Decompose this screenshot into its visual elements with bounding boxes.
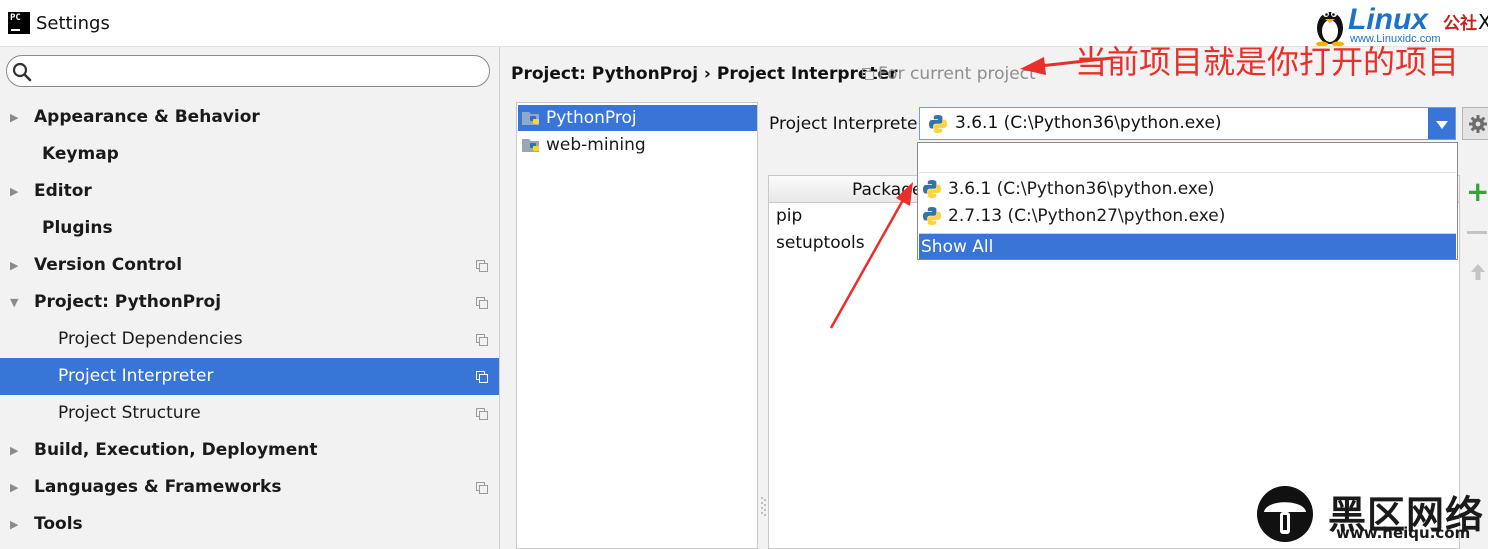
- interpreter-selected-value: 3.6.1 (C:\Python36\python.exe): [955, 113, 1222, 133]
- watermark-linux-brand: Linux: [1348, 3, 1428, 36]
- python-folder-icon: [522, 112, 539, 125]
- option-label: Show All: [921, 237, 994, 257]
- sidebar-item-label: Version Control: [34, 255, 183, 275]
- expand-arrow-icon[interactable]: ▶: [10, 432, 18, 469]
- project-name: PythonProj: [546, 108, 637, 128]
- dropdown-separator: [919, 172, 1456, 173]
- watermark-heiqu-url: www.heiqu.com: [1336, 524, 1471, 542]
- chevron-down-icon[interactable]: [1428, 108, 1455, 139]
- sidebar-item-project[interactable]: ▼ Project: PythonProj: [0, 284, 499, 321]
- python-icon: [923, 180, 941, 198]
- sidebar-item-build-execution-deployment[interactable]: ▶ Build, Execution, Deployment: [0, 432, 499, 469]
- show-all-interpreters-option[interactable]: Show All: [919, 233, 1456, 259]
- expand-arrow-icon[interactable]: ▶: [10, 469, 18, 506]
- heiqu-mushroom-logo: [1257, 486, 1313, 542]
- project-name: web-mining: [546, 135, 646, 155]
- gear-icon: [1469, 115, 1487, 133]
- sidebar-item-label: Appearance & Behavior: [34, 107, 260, 127]
- interpreter-label: Project Interpreter:: [769, 114, 930, 134]
- sidebar-item-label: Editor: [34, 181, 92, 201]
- project-scope-icon: [476, 334, 488, 346]
- project-item-web-mining[interactable]: web-mining: [518, 132, 757, 158]
- collapse-arrow-icon[interactable]: ▼: [10, 284, 18, 321]
- sidebar-item-label: Build, Execution, Deployment: [34, 440, 318, 460]
- project-scope-icon: [476, 408, 488, 420]
- project-scope-icon: [862, 68, 874, 80]
- option-label: 3.6.1 (C:\Python36\python.exe): [948, 179, 1215, 199]
- add-package-button[interactable]: +: [1466, 178, 1488, 206]
- annotation-text: 当前项目就是你打开的项目: [1075, 43, 1460, 81]
- project-list: [516, 102, 758, 549]
- interpreter-option-2713[interactable]: 2.7.13 (C:\Python27\python.exe): [919, 203, 1456, 229]
- sidebar-item-version-control[interactable]: ▶ Version Control: [0, 247, 499, 284]
- close-window-button[interactable]: X: [1478, 10, 1488, 34]
- breadcrumb: Project: PythonProj › Project Interprete…: [511, 64, 898, 84]
- column-header-package[interactable]: Package: [852, 180, 922, 200]
- project-scope-icon: [476, 371, 488, 383]
- sidebar-item-label: Project Structure: [58, 403, 201, 423]
- scope-hint: For current project: [878, 64, 1036, 84]
- sidebar-item-label: Plugins: [42, 218, 113, 238]
- sidebar-item-editor[interactable]: ▶ Editor: [0, 173, 499, 210]
- project-item-pythonproj[interactable]: PythonProj: [518, 105, 757, 131]
- upgrade-arrow-icon[interactable]: [1468, 262, 1488, 282]
- sidebar-item-tools[interactable]: ▶ Tools: [0, 506, 499, 543]
- pycharm-app-icon: PC: [8, 12, 30, 34]
- remove-package-button[interactable]: [1467, 231, 1487, 234]
- expand-arrow-icon[interactable]: ▶: [10, 99, 18, 136]
- sidebar-item-appearance-behavior[interactable]: ▶ Appearance & Behavior: [0, 99, 499, 136]
- expand-arrow-icon[interactable]: ▶: [10, 247, 18, 284]
- python-icon: [923, 207, 941, 225]
- sidebar-item-label: Project Dependencies: [58, 329, 243, 349]
- sidebar-item-languages-frameworks[interactable]: ▶ Languages & Frameworks: [0, 469, 499, 506]
- splitter-handle[interactable]: [760, 495, 766, 519]
- sidebar-item-plugins[interactable]: Plugins: [0, 210, 499, 247]
- table-row[interactable]: pip: [776, 206, 802, 226]
- interpreter-option-361[interactable]: 3.6.1 (C:\Python36\python.exe): [919, 176, 1456, 202]
- window-title: Settings: [36, 13, 110, 34]
- python-icon: [929, 115, 947, 133]
- sidebar-item-label: Keymap: [42, 144, 119, 164]
- sidebar-item-project-structure[interactable]: Project Structure: [0, 395, 499, 432]
- expand-arrow-icon[interactable]: ▶: [10, 506, 18, 543]
- settings-search-input[interactable]: [6, 55, 490, 87]
- project-scope-icon: [476, 260, 488, 272]
- table-row[interactable]: setuptools: [776, 233, 865, 253]
- option-label: 2.7.13 (C:\Python27\python.exe): [948, 206, 1226, 226]
- expand-arrow-icon[interactable]: ▶: [10, 173, 18, 210]
- project-scope-icon: [476, 297, 488, 309]
- python-folder-icon: [522, 139, 539, 152]
- sidebar-item-keymap[interactable]: Keymap: [0, 136, 499, 173]
- sidebar-item-project-interpreter[interactable]: Project Interpreter: [0, 358, 499, 395]
- sidebar-item-label: Project Interpreter: [58, 366, 214, 386]
- sidebar-item-project-dependencies[interactable]: Project Dependencies: [0, 321, 499, 358]
- search-icon: [12, 62, 32, 82]
- sidebar-item-label: Project: PythonProj: [34, 292, 222, 312]
- project-scope-icon: [476, 482, 488, 494]
- sidebar-item-label: Tools: [34, 514, 83, 534]
- watermark-linux-cn: 公社: [1443, 14, 1477, 34]
- sidebar-item-label: Languages & Frameworks: [34, 477, 282, 497]
